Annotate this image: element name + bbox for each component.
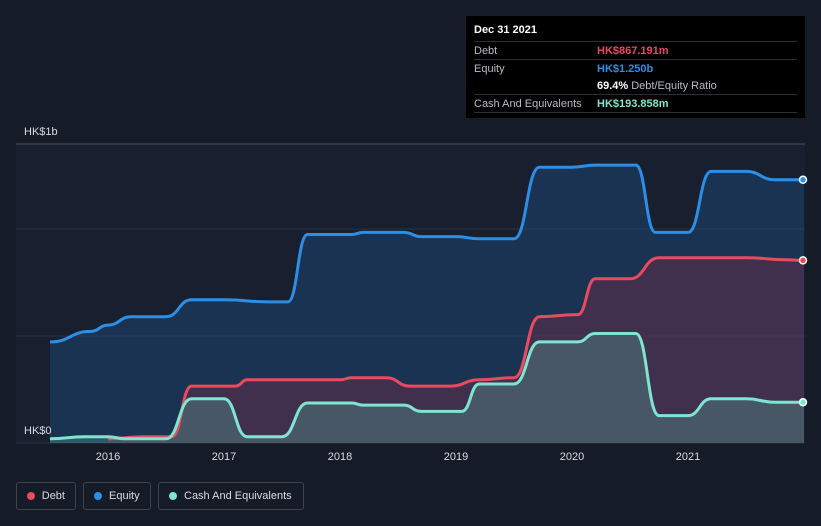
legend-item-equity[interactable]: Equity <box>83 482 151 510</box>
tooltip-debt-value: HK$867.191m <box>597 44 669 57</box>
x-tick-label: 2021 <box>675 451 701 463</box>
legend-item-cash[interactable]: Cash And Equivalents <box>158 482 304 510</box>
cash-and-equivalents-end-marker <box>798 397 808 407</box>
tooltip-row-equity: Equity HK$1.250b <box>474 59 797 77</box>
legend-label-cash: Cash And Equivalents <box>184 490 292 502</box>
y-axis-bottom-label: HK$0 <box>24 425 52 437</box>
tooltip-cash-value: HK$193.858m <box>597 97 669 110</box>
legend-dot-debt <box>27 492 35 500</box>
legend-dot-equity <box>94 492 102 500</box>
tooltip-cash-label: Cash And Equivalents <box>474 97 582 110</box>
tooltip-row-debt: Debt HK$867.191m <box>474 41 797 59</box>
tooltip-equity-value: HK$1.250b <box>597 62 654 75</box>
tooltip-date: Dec 31 2021 <box>474 24 537 36</box>
y-axis-top-label: HK$1b <box>24 126 58 138</box>
x-tick-label: 2018 <box>327 451 353 463</box>
legend-label-debt: Debt <box>41 490 65 502</box>
tooltip-ratio-text: Debt/Equity Ratio <box>631 79 717 92</box>
tooltip-equity-label: Equity <box>474 62 505 75</box>
x-tick-label: 2020 <box>559 451 585 463</box>
tooltip-row-cash: Cash And Equivalents HK$193.858m <box>474 94 797 113</box>
equity-end-marker <box>798 175 808 185</box>
tooltip-row-ratio: 69.4% Debt/Equity Ratio <box>474 77 797 94</box>
legend-dot-cash <box>169 492 177 500</box>
legend-item-debt[interactable]: Debt <box>16 482 76 510</box>
tooltip-ratio-value: 69.4% <box>597 79 629 92</box>
legend-label-equity: Equity <box>109 490 140 502</box>
x-tick-label: 2016 <box>95 451 121 463</box>
tooltip-debt-label: Debt <box>474 44 498 57</box>
x-tick-label: 2017 <box>211 451 237 463</box>
debt-end-marker <box>798 256 808 265</box>
x-tick-label: 2019 <box>443 451 469 463</box>
tooltip-panel: Dec 31 2021 Debt HK$867.191m Equity HK$1… <box>466 16 805 118</box>
